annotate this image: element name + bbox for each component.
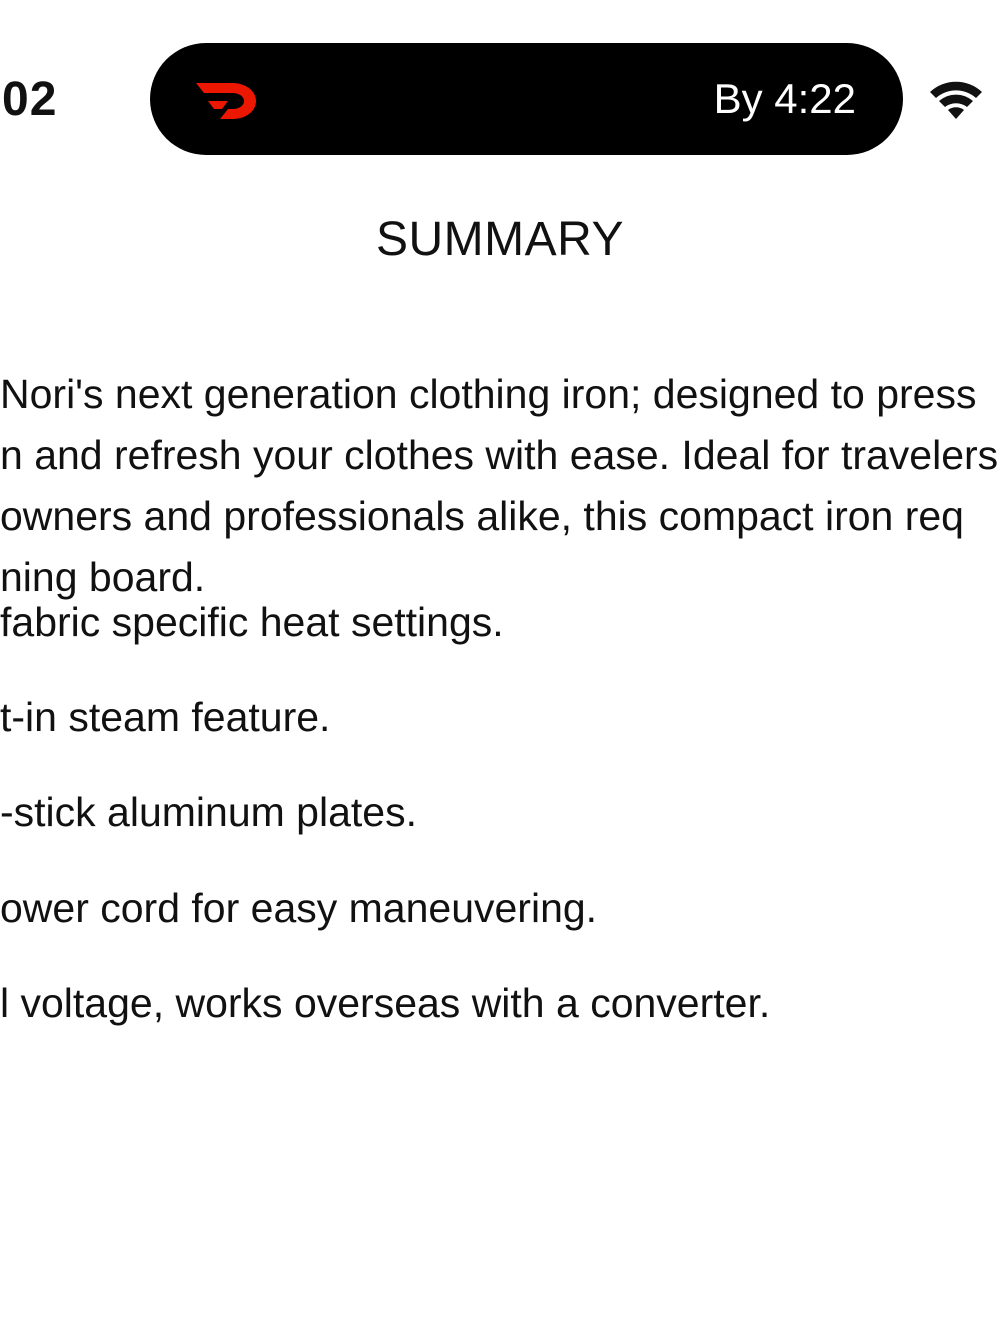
status-bar-time: 02 [2, 73, 58, 126]
delivery-eta: By 4:22 [713, 75, 856, 122]
feature-item: -stick aluminum plates. [0, 789, 417, 835]
feature-item: t-in steam feature. [0, 694, 331, 740]
doordash-logo-icon [196, 83, 256, 119]
description-line: n and refresh your clothes with ease. Id… [0, 432, 999, 478]
feature-item: l voltage, works overseas with a convert… [0, 980, 771, 1026]
description-line: owners and professionals alike, this com… [0, 493, 964, 539]
product-description: Nori's next generation clothing iron; de… [0, 364, 1000, 608]
feature-item: ower cord for easy maneuvering. [0, 885, 598, 931]
summary-title: SUMMARY [376, 213, 624, 266]
description-line: Nori's next generation clothing iron; de… [0, 371, 977, 417]
feature-item: fabric specific heat settings. [0, 599, 504, 645]
delivery-live-activity[interactable]: By 4:22 [150, 43, 903, 155]
wifi-icon [930, 81, 982, 119]
